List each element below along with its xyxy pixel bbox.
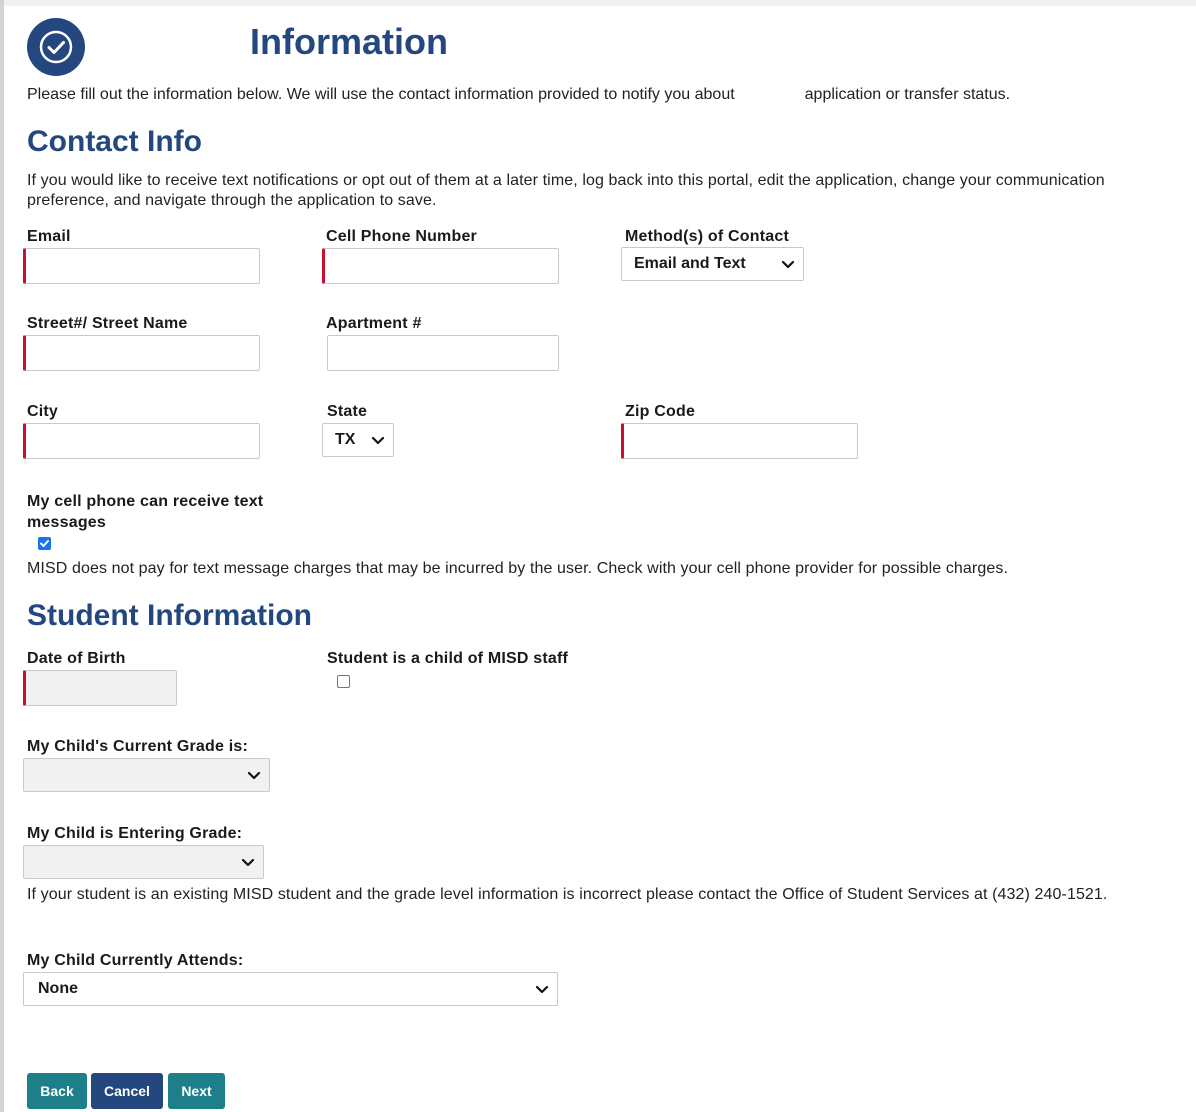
intro-text: Please fill out the information below. W… (27, 86, 1187, 104)
email-field[interactable] (23, 248, 260, 284)
contact-info-heading: Contact Info (27, 125, 202, 158)
top-border (0, 0, 1196, 6)
cell-phone-field[interactable] (322, 248, 559, 284)
page-title: Information (250, 21, 448, 62)
date-of-birth-field[interactable] (23, 670, 177, 706)
entering-grade-label: My Child is Entering Grade: (27, 825, 243, 842)
staff-child-checkbox[interactable] (337, 675, 350, 688)
text-notification-notice: If you would like to receive text notifi… (27, 172, 1105, 209)
left-border (0, 0, 4, 1112)
cell-phone-label: Cell Phone Number (326, 228, 477, 245)
student-info-heading: Student Information (27, 599, 312, 632)
city-field[interactable] (23, 423, 260, 459)
chevron-down-icon (781, 260, 795, 269)
street-label: Street#/ Street Name (27, 315, 188, 332)
cancel-button[interactable]: Cancel (91, 1073, 163, 1109)
current-grade-label: My Child's Current Grade is: (27, 738, 248, 755)
staff-child-label: Student is a child of MISD staff (327, 650, 569, 667)
sms-charges-disclaimer: MISD does not pay for text message charg… (27, 560, 1009, 577)
zip-code-label: Zip Code (625, 403, 696, 420)
contact-method-select[interactable]: Email and Text (621, 247, 804, 281)
state-label: State (327, 403, 368, 420)
currently-attends-value: None (38, 980, 78, 997)
state-value: TX (335, 431, 356, 448)
street-field[interactable] (23, 335, 260, 371)
chevron-down-icon (241, 858, 255, 867)
state-select[interactable]: TX (322, 423, 394, 457)
intro-text-part-2: application or transfer status. (804, 86, 1011, 103)
entering-grade-select[interactable] (23, 845, 264, 879)
grade-correction-notice: If your student is an existing MISD stud… (27, 886, 1108, 903)
currently-attends-select[interactable]: None (23, 972, 558, 1006)
contact-method-value: Email and Text (634, 255, 746, 272)
sms-capable-checkbox[interactable] (38, 537, 51, 550)
chevron-down-icon (371, 436, 385, 445)
apartment-label: Apartment # (326, 315, 422, 332)
current-grade-select[interactable] (23, 758, 270, 792)
checkmark-icon (40, 540, 49, 547)
city-label: City (27, 403, 59, 420)
logo-check-icon (27, 18, 85, 76)
sms-capable-label: My cell phone can receive text messages (27, 493, 264, 531)
back-button[interactable]: Back (27, 1073, 87, 1109)
apartment-field[interactable] (327, 335, 559, 371)
next-button[interactable]: Next (168, 1073, 225, 1109)
chevron-down-icon (247, 771, 261, 780)
zip-code-field[interactable] (621, 423, 858, 459)
chevron-down-icon (535, 985, 549, 994)
email-label: Email (27, 228, 71, 245)
intro-text-part-1: Please fill out the information below. W… (27, 86, 735, 103)
contact-method-label: Method(s) of Contact (625, 228, 789, 245)
currently-attends-label: My Child Currently Attends: (27, 952, 244, 969)
dob-label: Date of Birth (27, 650, 126, 667)
